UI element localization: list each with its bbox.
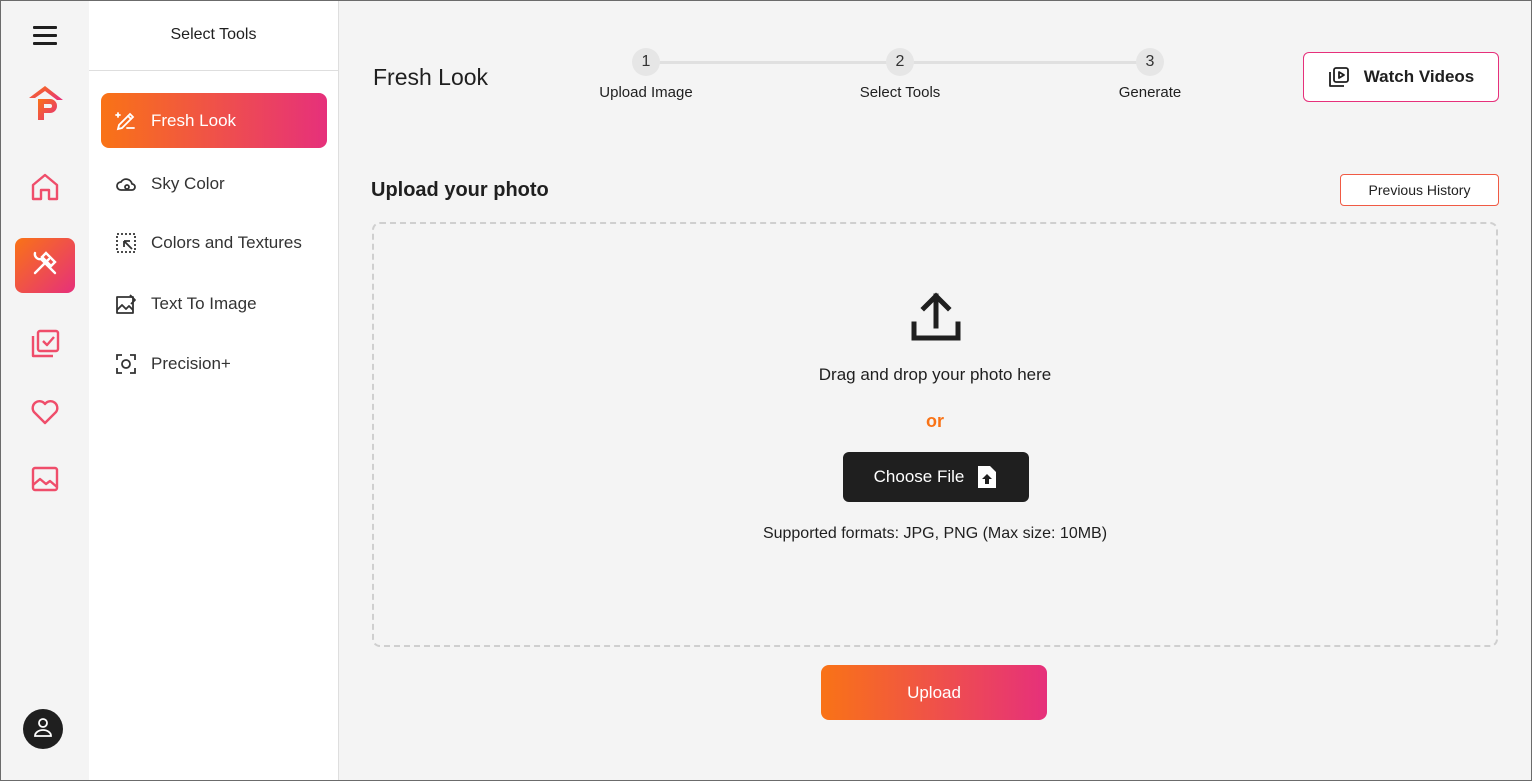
- upload-button[interactable]: Upload: [821, 665, 1047, 720]
- step-number: 1: [632, 48, 660, 76]
- rail-checklist-button[interactable]: [15, 319, 75, 374]
- video-playlist-icon: [1328, 66, 1350, 88]
- photo-dropzone[interactable]: Drag and drop your photo here or Choose …: [372, 222, 1498, 647]
- rail-home-button[interactable]: [15, 162, 75, 217]
- tool-fresh-look[interactable]: Fresh Look: [101, 93, 327, 148]
- focus-icon: [115, 353, 137, 375]
- or-separator: or: [926, 411, 944, 431]
- checklist-icon: [29, 328, 61, 365]
- home-icon: [29, 171, 61, 208]
- tools-icon: [29, 247, 61, 284]
- tool-sky-color[interactable]: Sky Color: [101, 156, 327, 211]
- step-label: Select Tools: [859, 84, 941, 101]
- icon-rail: [0, 0, 89, 781]
- step-label: Generate: [1118, 84, 1182, 101]
- watch-videos-label: Watch Videos: [1363, 67, 1475, 86]
- tool-label: Sky Color: [151, 173, 225, 193]
- choose-file-label: Choose File: [873, 467, 965, 486]
- tool-colors-textures[interactable]: Colors and Textures: [101, 215, 327, 270]
- choose-file-button[interactable]: Choose File: [843, 452, 1029, 502]
- step-number: 3: [1136, 48, 1164, 76]
- heart-icon: [29, 396, 61, 433]
- drag-drop-text: Drag and drop your photo here: [818, 365, 1052, 384]
- user-avatar[interactable]: [23, 709, 63, 749]
- tool-precision-plus[interactable]: Precision+: [101, 336, 327, 391]
- step-generate: 3 Generate: [1090, 48, 1210, 101]
- supported-formats-text: Supported formats: JPG, PNG (Max size: 1…: [762, 525, 1108, 542]
- step-upload-image: 1 Upload Image: [586, 48, 706, 101]
- tools-sidebar: Select Tools Fresh Look Sky Color Colors…: [89, 0, 339, 781]
- tool-label: Precision+: [151, 353, 231, 373]
- tool-text-to-image[interactable]: Text To Image: [101, 276, 327, 331]
- rail-tools-button[interactable]: [15, 238, 75, 293]
- stepper: 1 Upload Image 2 Select Tools 3 Generate: [569, 48, 1199, 108]
- watch-videos-button[interactable]: Watch Videos: [1303, 52, 1499, 102]
- tool-label: Fresh Look: [151, 110, 237, 130]
- user-icon: [32, 716, 54, 743]
- file-upload-icon: [976, 465, 998, 489]
- step-select-tools: 2 Select Tools: [840, 48, 960, 101]
- upload-section-title: Upload your photo: [371, 179, 549, 201]
- upload-icon: [909, 290, 963, 349]
- sidebar-title: Select Tools: [89, 0, 338, 71]
- tool-label: Colors and Textures: [151, 232, 302, 252]
- rail-favorites-button[interactable]: [15, 387, 75, 442]
- previous-history-button[interactable]: Previous History: [1340, 174, 1499, 206]
- step-label: Upload Image: [599, 84, 693, 101]
- main-content: Fresh Look 1 Upload Image 2 Select Tools…: [339, 0, 1532, 781]
- step-number: 2: [886, 48, 914, 76]
- selection-cursor-icon: [115, 232, 137, 254]
- menu-icon[interactable]: [33, 26, 57, 46]
- image-edit-icon: [115, 293, 137, 315]
- cloud-icon: [115, 173, 137, 195]
- logo-icon: [26, 82, 66, 127]
- tool-label: Text To Image: [151, 293, 257, 313]
- rail-gallery-button[interactable]: [15, 454, 75, 509]
- page-title: Fresh Look: [373, 64, 489, 90]
- pen-sparkle-icon: [115, 110, 137, 132]
- gallery-icon: [29, 463, 61, 500]
